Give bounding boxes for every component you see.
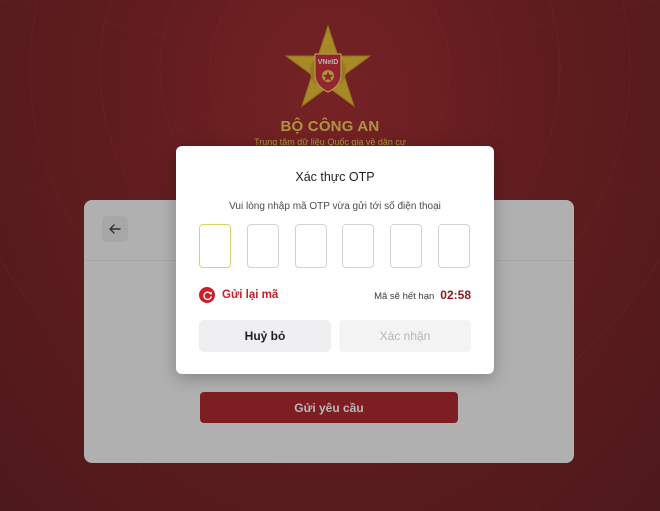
otp-verification-dialog: Xác thực OTP Vui lòng nhập mã OTP vừa gử… [176,146,494,374]
expiry-countdown: 02:58 [440,288,471,302]
otp-digit-6[interactable] [438,224,470,268]
otp-input-group [199,224,472,268]
resend-code-button[interactable]: Gửi lại mã [199,287,278,303]
cancel-button[interactable]: Huỷ bỏ [199,320,331,352]
otp-digit-2[interactable] [247,224,279,268]
otp-digit-5[interactable] [390,224,422,268]
otp-digit-3[interactable] [295,224,327,268]
otp-dialog-description: Vui lòng nhập mã OTP vừa gửi tới số điện… [229,201,441,212]
resend-code-label: Gửi lại mã [222,289,279,301]
otp-digit-1[interactable] [199,224,231,268]
refresh-icon [199,287,215,303]
otp-digit-4[interactable] [342,224,374,268]
expiry-label: Mã sẽ hết hạn [374,291,435,302]
otp-expiry: Mã sẽ hết hạn 02:58 [374,288,471,302]
otp-dialog-title: Xác thực OTP [295,170,375,184]
confirm-button[interactable]: Xác nhận [339,320,471,352]
